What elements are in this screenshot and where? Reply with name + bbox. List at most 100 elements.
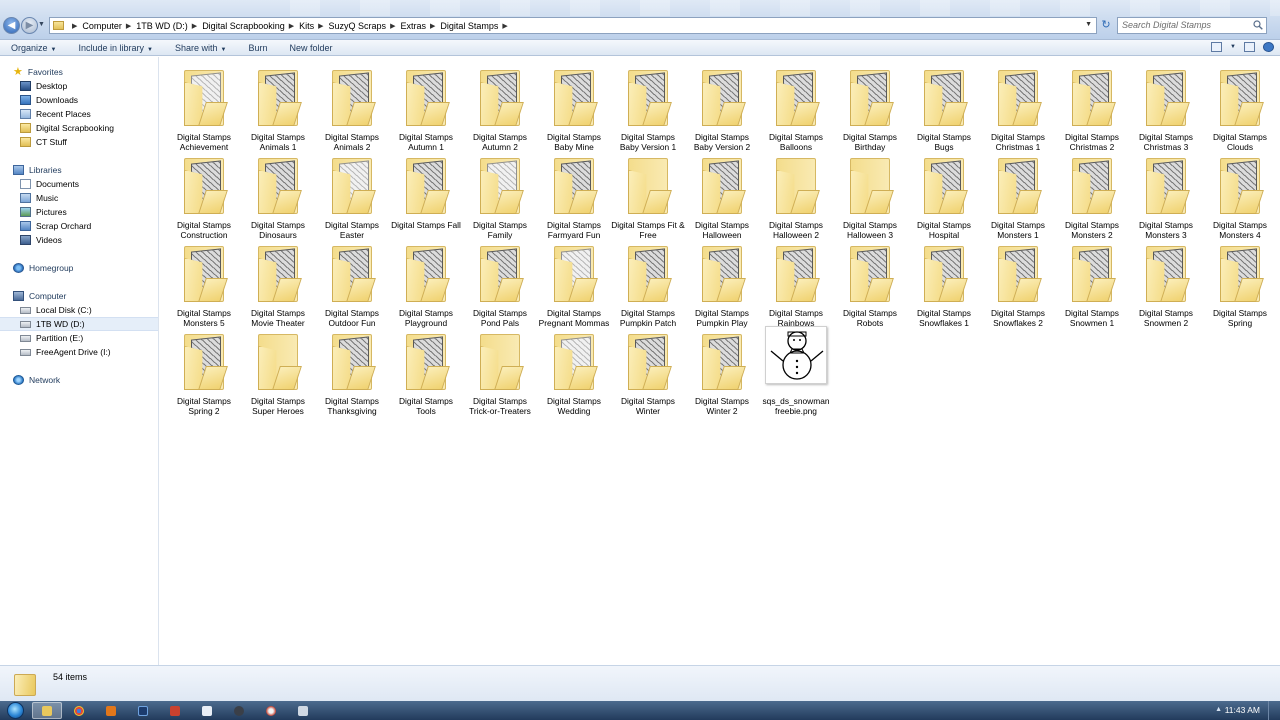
taskbar-app-orange[interactable] <box>96 702 126 719</box>
share-with-button[interactable]: Share with ▼ <box>164 43 237 53</box>
folder-item[interactable]: Digital Stamps Monsters 5 <box>167 238 241 328</box>
taskbar-explorer[interactable] <box>32 702 62 719</box>
nav-downloads[interactable]: Downloads <box>0 93 158 107</box>
nav-local-disk-c[interactable]: Local Disk (C:) <box>0 303 158 317</box>
folder-item[interactable]: Digital Stamps Bugs <box>907 62 981 152</box>
folder-item[interactable]: Digital Stamps Trick-or-Treaters <box>463 326 537 416</box>
nav-freeagent-drive-i[interactable]: FreeAgent Drive (I:) <box>0 345 158 359</box>
folder-item[interactable]: Digital Stamps Easter <box>315 150 389 240</box>
include-in-library-button[interactable]: Include in library ▼ <box>67 43 163 53</box>
breadcrumb-kits[interactable]: Kits ▶ <box>299 21 328 31</box>
breadcrumb-extras[interactable]: Extras ▶ <box>400 21 440 31</box>
breadcrumb-suzyq-scraps[interactable]: SuzyQ Scraps ▶ <box>329 21 401 31</box>
nav-recent-places[interactable]: Recent Places <box>0 107 158 121</box>
taskbar-photoshop[interactable] <box>128 702 158 719</box>
folder-item[interactable]: Digital Stamps Snowmen 2 <box>1129 238 1203 328</box>
help-button[interactable] <box>1263 42 1274 52</box>
folder-item[interactable]: Digital Stamps Fall <box>389 150 463 238</box>
folder-item[interactable]: Digital Stamps Achievement <box>167 62 241 152</box>
folder-item[interactable]: Digital Stamps Balloons <box>759 62 833 152</box>
clock[interactable]: 11:43 AM <box>1225 705 1260 715</box>
folder-item[interactable]: Digital Stamps Christmas 2 <box>1055 62 1129 152</box>
breadcrumb-root-arrow[interactable]: ▶ <box>68 22 82 30</box>
address-bar[interactable]: ▶ Computer ▶ 1TB WD (D:) ▶ Digital Scrapbo… <box>49 17 1097 34</box>
nav-digital-scrapbooking[interactable]: Digital Scrapbooking <box>0 121 158 135</box>
folder-item[interactable]: Digital Stamps Construction <box>167 150 241 240</box>
folder-item[interactable]: Digital Stamps Monsters 1 <box>981 150 1055 240</box>
refresh-button[interactable]: ↻ <box>1099 18 1113 33</box>
file-item[interactable]: sqs_ds_snowman freebie.png <box>759 326 833 416</box>
change-view-button[interactable] <box>1211 42 1223 52</box>
folder-item[interactable]: Digital Stamps Outdoor Fun <box>315 238 389 328</box>
folder-item[interactable]: Digital Stamps Snowflakes 2 <box>981 238 1055 328</box>
folder-item[interactable]: Digital Stamps Monsters 4 <box>1203 150 1277 240</box>
folder-item[interactable]: Digital Stamps Thanksgiving <box>315 326 389 416</box>
folder-item[interactable]: Digital Stamps Christmas 3 <box>1129 62 1203 152</box>
address-history-dropdown[interactable]: ▼ <box>1085 21 1092 28</box>
start-button[interactable] <box>0 701 30 720</box>
folder-item[interactable]: Digital Stamps Snowmen 1 <box>1055 238 1129 328</box>
folder-item[interactable]: Digital Stamps Fit & Free <box>611 150 685 240</box>
breadcrumb-computer[interactable]: Computer ▶ <box>82 21 136 31</box>
folder-item[interactable]: Digital Stamps Pumpkin Play <box>685 238 759 328</box>
show-desktop-button[interactable] <box>1268 701 1280 720</box>
folder-item[interactable]: Digital Stamps Winter 2 <box>685 326 759 416</box>
folder-item[interactable]: Digital Stamps Robots <box>833 238 907 328</box>
folder-item[interactable]: Digital Stamps Wedding <box>537 326 611 416</box>
taskbar-app-red[interactable] <box>160 702 190 719</box>
burn-button[interactable]: Burn <box>237 43 278 53</box>
folder-item[interactable]: Digital Stamps Family <box>463 150 537 240</box>
folder-item[interactable]: Digital Stamps Playground <box>389 238 463 328</box>
folder-item[interactable]: Digital Stamps Rainbows <box>759 238 833 328</box>
taskbar-app-camera[interactable] <box>224 702 254 719</box>
taskbar-chrome[interactable] <box>64 702 94 719</box>
folder-item[interactable]: Digital Stamps Movie Theater <box>241 238 315 328</box>
back-button[interactable]: ◀ <box>3 17 20 34</box>
folder-item[interactable]: Digital Stamps Baby Version 1 <box>611 62 685 152</box>
folder-item[interactable]: Digital Stamps Halloween <box>685 150 759 240</box>
folder-item[interactable]: Digital Stamps Winter <box>611 326 685 416</box>
nav-computer[interactable]: Computer <box>0 289 158 303</box>
nav-network[interactable]: Network <box>0 373 158 387</box>
folder-item[interactable]: Digital Stamps Monsters 3 <box>1129 150 1203 240</box>
folder-item[interactable]: Digital Stamps Halloween 2 <box>759 150 833 240</box>
taskbar-app-notes[interactable] <box>288 702 318 719</box>
folder-item[interactable]: Digital Stamps Autumn 1 <box>389 62 463 152</box>
new-folder-button[interactable]: New folder <box>278 43 343 53</box>
folder-item[interactable]: Digital Stamps Autumn 2 <box>463 62 537 152</box>
recent-pages-dropdown[interactable]: ▼ <box>38 21 45 28</box>
folder-item[interactable]: Digital Stamps Snowflakes 1 <box>907 238 981 328</box>
search-input[interactable]: Search Digital Stamps <box>1117 17 1267 34</box>
nav-partition-e[interactable]: Partition (E:) <box>0 331 158 345</box>
taskbar-app-globe[interactable] <box>256 702 286 719</box>
folder-item[interactable]: Digital Stamps Tools <box>389 326 463 416</box>
view-options-dropdown[interactable]: ▼ <box>1230 44 1236 50</box>
folder-item[interactable]: Digital Stamps Farmyard Fun <box>537 150 611 240</box>
nav-homegroup[interactable]: Homegroup <box>0 261 158 275</box>
folder-item[interactable]: Digital Stamps Baby Version 2 <box>685 62 759 152</box>
folder-item[interactable]: Digital Stamps Super Heroes <box>241 326 315 416</box>
folder-item[interactable]: Digital Stamps Halloween 3 <box>833 150 907 240</box>
search-icon[interactable] <box>1253 20 1263 30</box>
folder-item[interactable]: Digital Stamps Animals 1 <box>241 62 315 152</box>
folder-item[interactable]: Digital Stamps Spring <box>1203 238 1277 328</box>
folder-item[interactable]: Digital Stamps Pond Pals <box>463 238 537 328</box>
folder-item[interactable]: Digital Stamps Pregnant Mommas <box>537 238 611 328</box>
nav-libraries[interactable]: Libraries <box>0 163 158 177</box>
folder-item[interactable]: Digital Stamps Spring 2 <box>167 326 241 416</box>
folder-item[interactable]: Digital Stamps Dinosaurs <box>241 150 315 240</box>
folder-item[interactable]: Digital Stamps Monsters 2 <box>1055 150 1129 240</box>
preview-pane-button[interactable] <box>1244 42 1255 52</box>
breadcrumb-digital-scrapbooking[interactable]: Digital Scrapbooking ▶ <box>202 21 299 31</box>
nav-pictures[interactable]: Pictures <box>0 205 158 219</box>
tray-expand-icon[interactable]: ▲ <box>1215 706 1222 713</box>
breadcrumb-digital-stamps[interactable]: Digital Stamps ▶ <box>440 21 512 31</box>
nav-videos[interactable]: Videos <box>0 233 158 247</box>
nav-1tb-wd-d[interactable]: 1TB WD (D:) <box>0 317 158 331</box>
folder-item[interactable]: Digital Stamps Birthday <box>833 62 907 152</box>
folder-item[interactable]: Digital Stamps Pumpkin Patch <box>611 238 685 328</box>
taskbar-app-doc[interactable] <box>192 702 222 719</box>
forward-button[interactable]: ▶ <box>21 17 38 34</box>
nav-desktop[interactable]: Desktop <box>0 79 158 93</box>
nav-documents[interactable]: Documents <box>0 177 158 191</box>
